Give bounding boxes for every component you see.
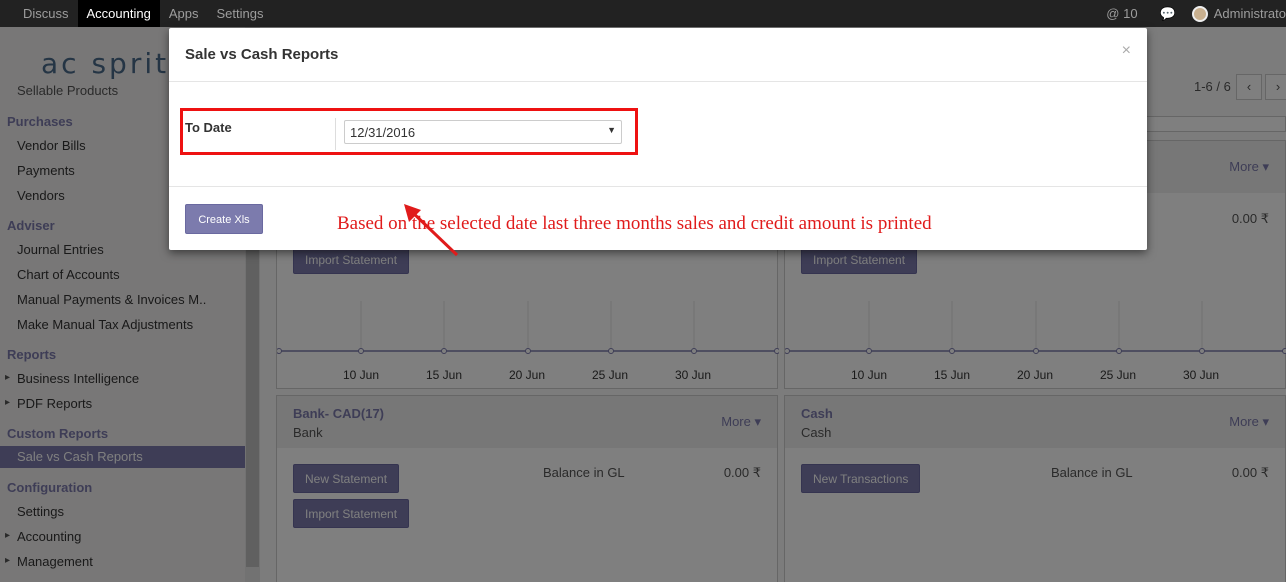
- menu-accounting[interactable]: Accounting: [77, 0, 160, 27]
- dialog-body: To Date 12/31/2016 ▼: [169, 82, 1147, 257]
- user-menu[interactable]: Administrato: [1214, 6, 1286, 21]
- close-icon[interactable]: ×: [1122, 42, 1131, 60]
- create-xls-button[interactable]: Create Xls: [185, 204, 263, 234]
- menu-settings[interactable]: Settings: [207, 0, 272, 27]
- annotation-text: Based on the selected date last three mo…: [337, 213, 932, 234]
- highlight-box: [180, 108, 638, 155]
- sale-vs-cash-dialog: Sale vs Cash Reports × To Date 12/31/201…: [169, 28, 1147, 257]
- topbar-right: @ 10 💬 Administrato: [1106, 0, 1286, 27]
- menu-apps[interactable]: Apps: [160, 0, 208, 27]
- notifications-counter[interactable]: @ 10: [1106, 6, 1137, 21]
- top-navbar: Discuss Accounting Apps Settings @ 10 💬 …: [0, 0, 1286, 27]
- chat-icon[interactable]: 💬: [1160, 6, 1176, 22]
- dialog-header: Sale vs Cash Reports ×: [169, 28, 1147, 82]
- menu-discuss[interactable]: Discuss: [14, 0, 78, 27]
- avatar[interactable]: [1191, 5, 1208, 22]
- main-menu: Discuss Accounting Apps Settings: [14, 0, 272, 27]
- dialog-title: Sale vs Cash Reports: [185, 46, 339, 63]
